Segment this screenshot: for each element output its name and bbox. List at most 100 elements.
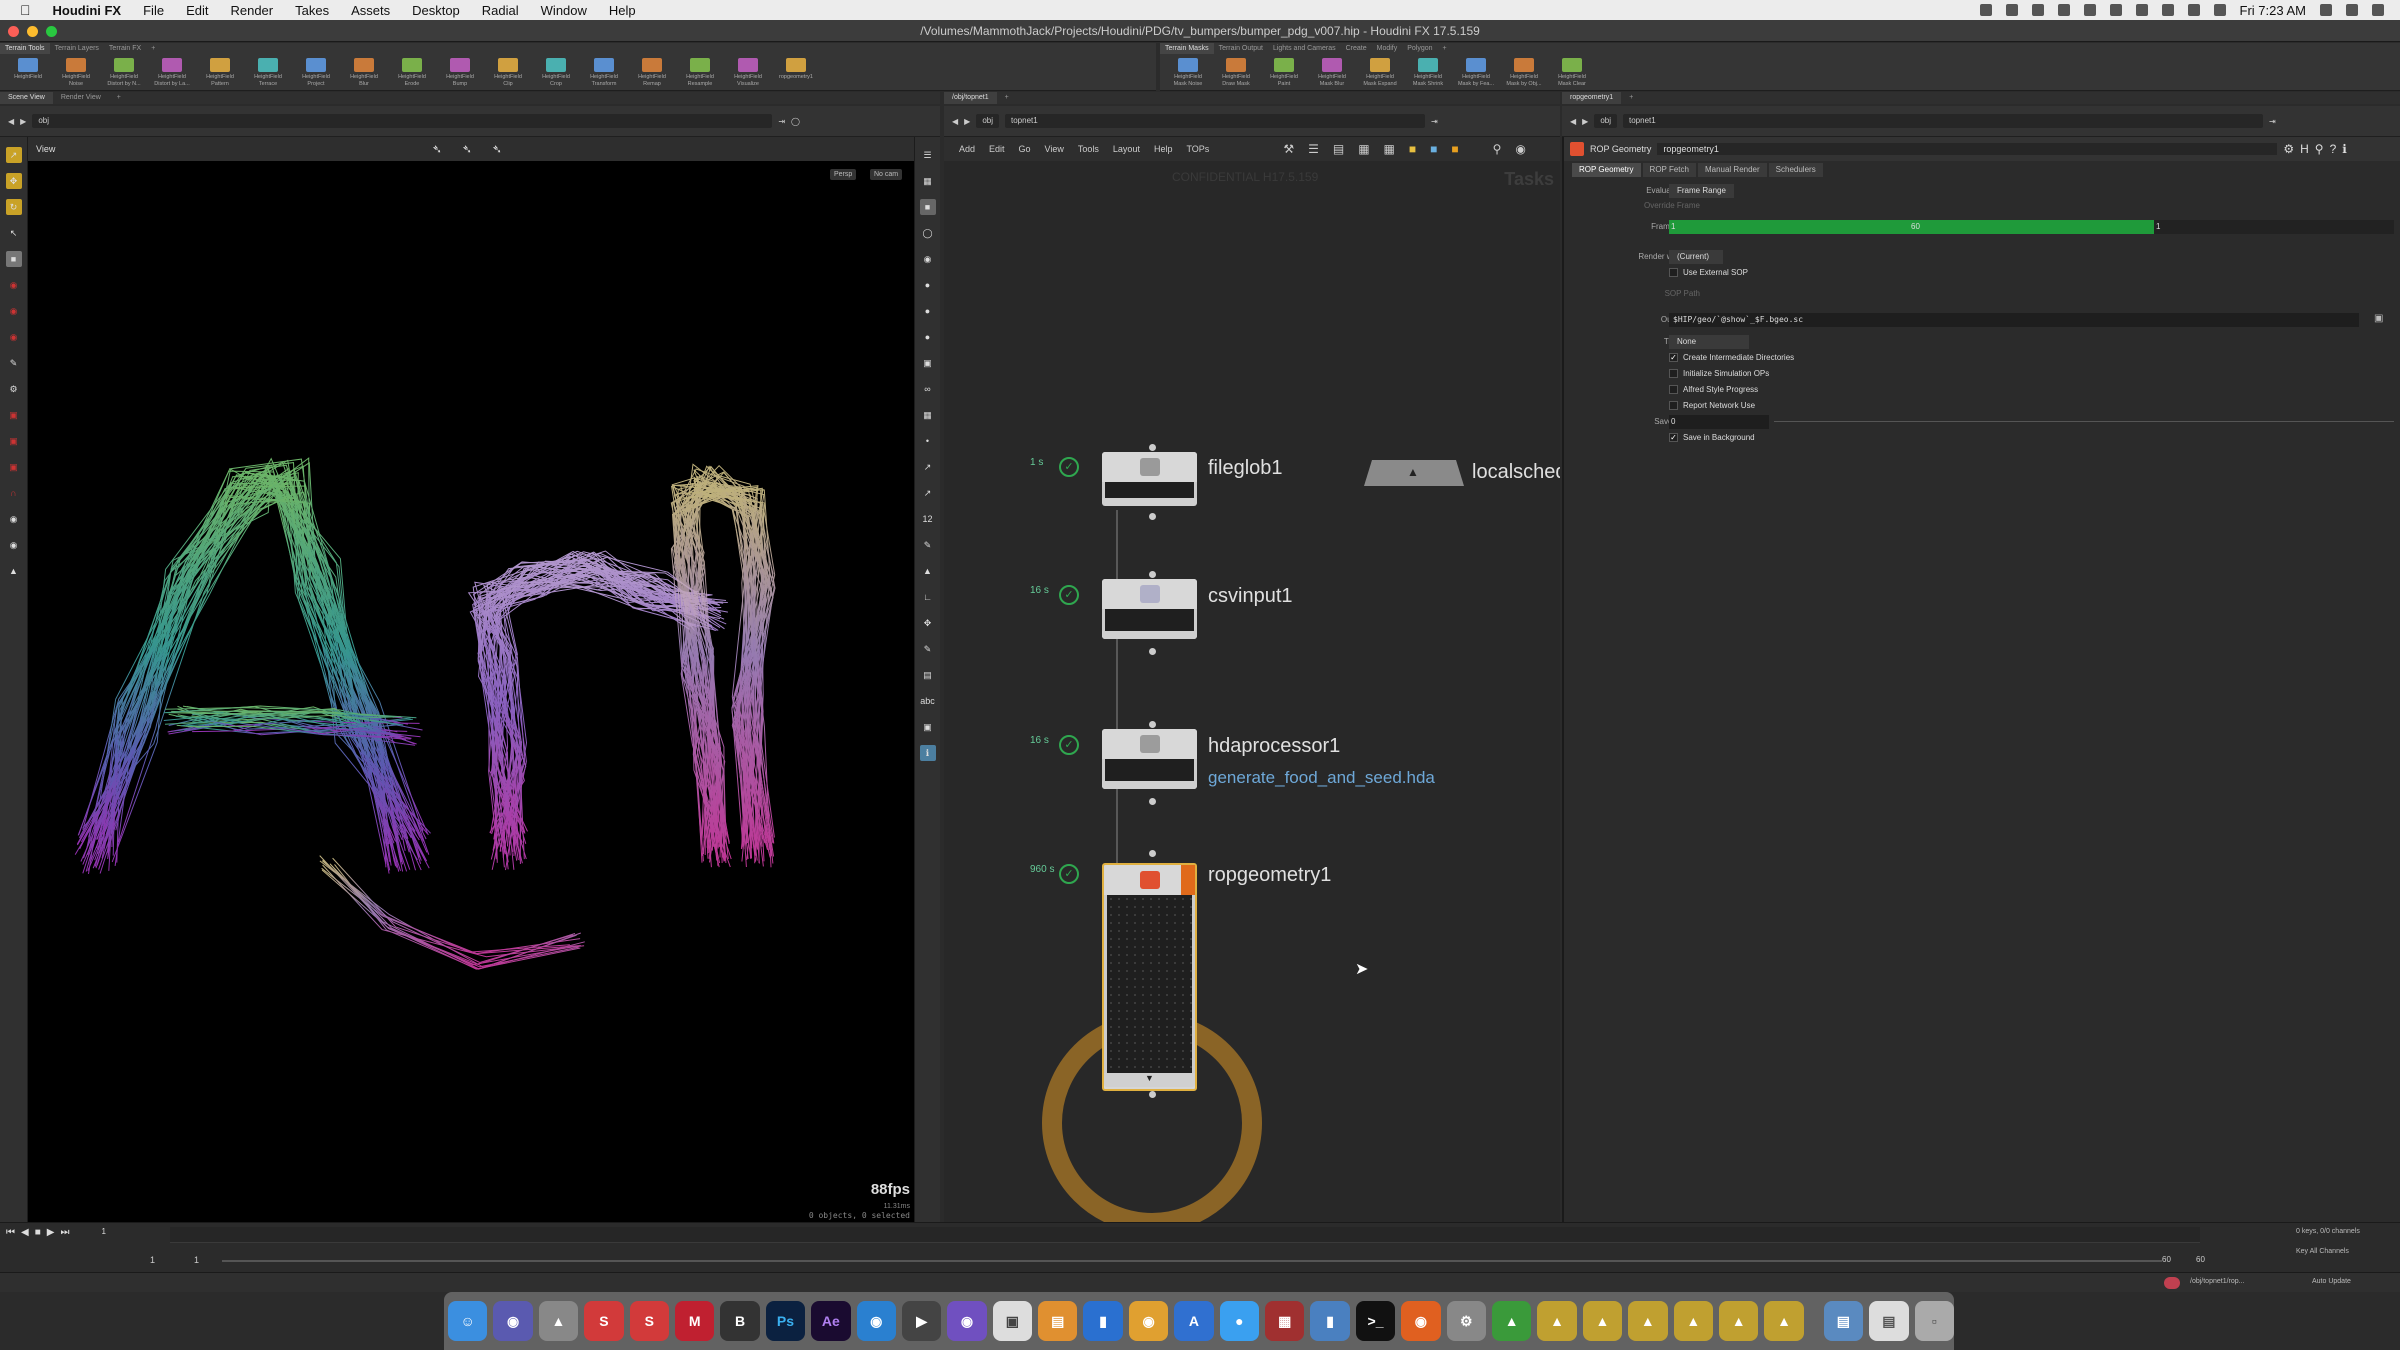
- pin-icon[interactable]: ⇥: [778, 117, 785, 126]
- magnet-icon[interactable]: ◉: [6, 329, 22, 345]
- paint-icon[interactable]: ✎: [6, 355, 22, 371]
- net-menu-help[interactable]: Help: [1154, 144, 1173, 154]
- preview-icon[interactable]: ▣: [992, 1301, 1033, 1341]
- left-shelf-tool[interactable]: HeightField Crop: [532, 58, 580, 88]
- left-shelf-tool[interactable]: HeightField Erode: [388, 58, 436, 88]
- shelf-tab-terrain-fx[interactable]: Terrain FX: [104, 43, 146, 54]
- back-arrow-icon[interactable]: ◀: [8, 117, 14, 126]
- menu-file[interactable]: File: [143, 3, 164, 18]
- camera-tool-icon[interactable]: ◉: [6, 511, 22, 527]
- node-hdaprocessor1[interactable]: [1102, 729, 1197, 789]
- left-shelf-tool[interactable]: HeightField Terrace: [244, 58, 292, 88]
- sculpt-icon[interactable]: ⚙: [6, 381, 22, 397]
- shading-icon[interactable]: ■: [919, 199, 936, 215]
- menu-takes[interactable]: Takes: [295, 3, 329, 18]
- shelf-tab-terrain-tools[interactable]: Terrain Tools: [0, 43, 50, 54]
- left-shelf-tool[interactable]: HeightField Distort by N...: [100, 58, 148, 88]
- light-icon[interactable]: ●: [920, 277, 936, 293]
- lock-icon[interactable]: ■: [5, 251, 22, 267]
- gear-icon[interactable]: ⚙: [2283, 142, 2294, 156]
- finder-icon[interactable]: ☺: [448, 1301, 488, 1341]
- trash-icon[interactable]: ▫: [1914, 1301, 1954, 1341]
- net-menu-tops[interactable]: TOPs: [1186, 144, 1209, 154]
- terminal-icon[interactable]: >_: [1355, 1301, 1396, 1341]
- display-options-icon[interactable]: ☰: [920, 147, 936, 163]
- app-menu[interactable]: Houdini FX: [53, 3, 122, 18]
- save-background-checkbox[interactable]: ✓: [1669, 433, 1678, 443]
- right-shelf-tool[interactable]: HeightField Mask Blur: [1308, 58, 1356, 88]
- save-retries-slider[interactable]: [1774, 421, 2394, 422]
- node-output[interactable]: [1149, 648, 1156, 655]
- menu-assets[interactable]: Assets: [351, 3, 390, 18]
- parm-path-node[interactable]: topnet1: [1623, 114, 2263, 128]
- right-shelf-tool[interactable]: HeightField Mask by Obj...: [1500, 58, 1548, 88]
- shelf-tab-create[interactable]: Create: [1341, 43, 1372, 54]
- display-icon[interactable]: [2083, 4, 2096, 16]
- left-shelf-tool[interactable]: HeightField Distort by La...: [148, 58, 196, 88]
- left-shelf-tool[interactable]: HeightField Pattern: [196, 58, 244, 88]
- houdini-fx-icon[interactable]: ▲: [1537, 1301, 1577, 1341]
- node-output[interactable]: [1149, 798, 1156, 805]
- screen-icon[interactable]: [1979, 4, 1992, 16]
- spot-light-icon[interactable]: ●: [920, 303, 936, 319]
- add-pane-tab-icon[interactable]: +: [109, 92, 129, 104]
- snap-magnet-icon[interactable]: ∩: [6, 485, 22, 501]
- keynote-icon[interactable]: ▮: [1310, 1301, 1350, 1341]
- net-back-icon[interactable]: ◀: [952, 117, 958, 126]
- pick-icon[interactable]: ✥: [920, 615, 936, 631]
- output-file-field[interactable]: $HIP/geo/`@show`_$F.bgeo.sc: [1669, 313, 2359, 327]
- grid-view-icon[interactable]: ▦: [1358, 142, 1369, 156]
- search-icon[interactable]: ⚲: [1493, 142, 1502, 156]
- parm-tab-schedulers[interactable]: Schedulers: [1768, 163, 1823, 177]
- volume-icon[interactable]: [2187, 4, 2200, 16]
- tab-render-view[interactable]: Render View: [53, 92, 109, 104]
- right-shelf-tool[interactable]: HeightField Draw Mask: [1212, 58, 1260, 88]
- expand-arrow-icon[interactable]: ▼: [1104, 1073, 1195, 1087]
- frame-start-field[interactable]: 1: [1669, 220, 1909, 234]
- net-path-node[interactable]: topnet1: [1005, 114, 1425, 128]
- left-shelf-tool[interactable]: HeightField Resample: [676, 58, 724, 88]
- messages-icon[interactable]: ●: [1219, 1301, 1260, 1341]
- measure-icon[interactable]: ∟: [920, 589, 936, 605]
- select-tool-icon[interactable]: ↗: [5, 147, 22, 163]
- parm-tab-rop-fetch[interactable]: ROP Fetch: [1642, 163, 1696, 177]
- shelf-tab-terrain-output[interactable]: Terrain Output: [1214, 43, 1268, 54]
- parm-pin-icon[interactable]: ⇥: [2269, 117, 2276, 126]
- menu-render[interactable]: Render: [230, 3, 273, 18]
- pose-tool-icon[interactable]: ↖: [6, 225, 22, 241]
- shelf-tab-terrain-layers[interactable]: Terrain Layers: [50, 43, 104, 54]
- siri-icon[interactable]: ◉: [493, 1301, 533, 1341]
- alfred-progress-checkbox[interactable]: [1669, 385, 1678, 395]
- node-name-field[interactable]: ropgeometry1: [1657, 143, 2278, 155]
- grid-icon[interactable]: ▦: [920, 407, 936, 423]
- stack-icon[interactable]: ■: [1451, 142, 1458, 156]
- close-button[interactable]: [8, 26, 19, 37]
- status-path[interactable]: /obj/topnet1/rop...: [2190, 1278, 2244, 1285]
- left-shelf-tool[interactable]: HeightField: [4, 58, 52, 88]
- left-shelf-tool[interactable]: ropgeometry1: [772, 58, 820, 88]
- minimize-button[interactable]: [27, 26, 38, 37]
- shotgun-icon[interactable]: S: [584, 1301, 624, 1341]
- link-icon[interactable]: ◯: [791, 117, 800, 126]
- left-shelf-tool[interactable]: HeightField Clip: [484, 58, 532, 88]
- node-output[interactable]: [1149, 513, 1156, 520]
- link-viewport-icon[interactable]: ∞: [920, 381, 936, 397]
- step-back-icon[interactable]: ◀: [21, 1227, 29, 1238]
- ghost-other-icon[interactable]: ◯: [920, 225, 936, 241]
- node-name[interactable]: fileglob1: [1208, 457, 1283, 480]
- node-hda-comment[interactable]: generate_food_and_seed.hda: [1208, 768, 1435, 788]
- snap-grid-icon[interactable]: ▣: [6, 407, 22, 423]
- jump-start-icon[interactable]: ⏮: [6, 1227, 15, 1238]
- houdini-apprentice-icon[interactable]: ▲: [1718, 1301, 1759, 1341]
- houdini-core-icon[interactable]: ▲: [1582, 1301, 1623, 1341]
- parm-search-icon[interactable]: ⚲: [2315, 142, 2324, 156]
- brush-icon[interactable]: ✎: [920, 537, 936, 553]
- wrench-icon[interactable]: ⚒: [1283, 142, 1294, 156]
- node-name[interactable]: csvinput1: [1208, 585, 1293, 608]
- point-icon[interactable]: •: [920, 433, 936, 449]
- sticky-note-icon[interactable]: ■: [1409, 142, 1416, 156]
- notification-icon[interactable]: [2372, 4, 2384, 16]
- save-retries-field[interactable]: 0: [1669, 415, 1769, 429]
- node-fileglob1[interactable]: [1102, 452, 1197, 506]
- node-input[interactable]: [1149, 850, 1156, 857]
